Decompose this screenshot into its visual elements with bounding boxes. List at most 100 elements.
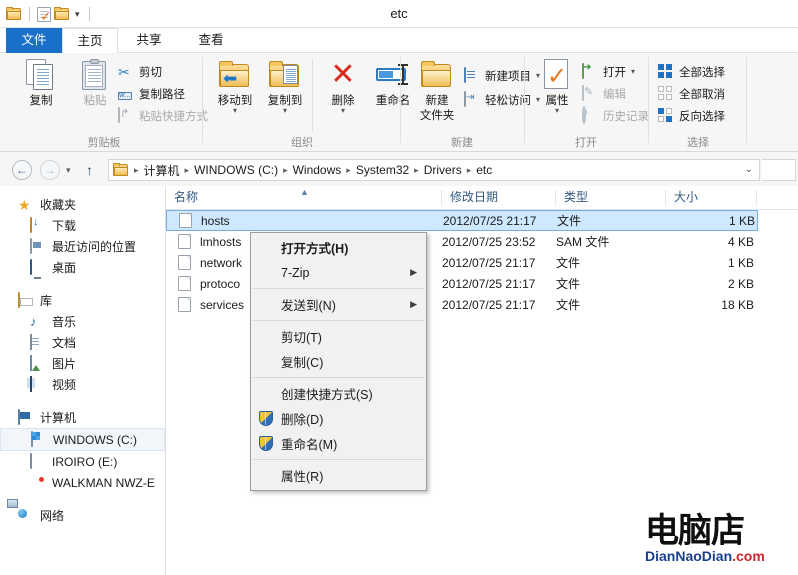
file-explorer-window: etc ✓ ▾ 文件 主页 共享 查看 复制 粘贴 ✂ 剪切 W… 复制路径 ↱… bbox=[0, 0, 798, 575]
copy-icon bbox=[14, 57, 68, 93]
folder-icon[interactable] bbox=[6, 7, 22, 21]
up-button[interactable]: ↑ bbox=[86, 162, 93, 178]
sidebar-item-walkman[interactable]: WALKMAN NWZ-E bbox=[0, 472, 165, 493]
column-header-date[interactable]: 修改日期 bbox=[442, 186, 556, 209]
breadcrumb-separator-4: ▸ bbox=[414, 164, 419, 175]
copy-to-button[interactable]: 复制到 ▾ bbox=[258, 57, 312, 129]
paste-shortcut-button[interactable]: 粘贴快捷方式 bbox=[118, 105, 208, 126]
copy-button[interactable]: 复制 bbox=[14, 57, 68, 129]
edit-button[interactable]: 编辑 bbox=[582, 83, 626, 104]
select-none-button[interactable]: 全部取消 bbox=[658, 83, 725, 104]
select-none-button-label: 全部取消 bbox=[679, 88, 725, 101]
copy-to-caret[interactable]: ▾ bbox=[258, 107, 312, 115]
file-name: lmhosts bbox=[200, 234, 242, 249]
context-menu-item-cut[interactable]: 剪切(T) bbox=[251, 324, 426, 349]
open-caret[interactable]: ▾ bbox=[631, 67, 635, 75]
sidebar-item-pictures[interactable]: 图片 bbox=[0, 353, 165, 374]
open-button[interactable]: 打开 ▾ bbox=[582, 61, 635, 82]
search-input[interactable] bbox=[762, 159, 796, 181]
select-all-button[interactable]: 全部选择 bbox=[658, 61, 725, 82]
context-menu-separator bbox=[253, 320, 424, 321]
customize-quick-access-caret[interactable]: ▾ bbox=[73, 9, 82, 20]
new-folder-icon[interactable] bbox=[54, 7, 70, 21]
window-title: etc bbox=[390, 6, 408, 21]
video-icon bbox=[30, 375, 46, 393]
tab-view[interactable]: 查看 bbox=[180, 28, 242, 53]
sidebar-item-documents-label: 文档 bbox=[52, 336, 77, 350]
properties-caret[interactable]: ▾ bbox=[530, 107, 584, 115]
context-menu-item-send-to[interactable]: 发送到(N) ▶ bbox=[251, 292, 426, 317]
invert-selection-button[interactable]: 反向选择 bbox=[658, 105, 725, 126]
sidebar-item-libraries[interactable]: 库 bbox=[0, 290, 165, 311]
select-all-icon bbox=[658, 63, 674, 80]
cut-button[interactable]: ✂ 剪切 bbox=[118, 61, 162, 82]
delete-caret[interactable]: ▾ bbox=[316, 107, 370, 115]
sidebar-item-documents[interactable]: 文档 bbox=[0, 332, 165, 353]
watermark-domain-tld: .com bbox=[732, 548, 765, 564]
sidebar-item-recent-places[interactable]: 最近访问的位置 bbox=[0, 236, 165, 257]
breadcrumb-computer[interactable]: 计算机 bbox=[142, 162, 182, 179]
breadcrumb-drivers[interactable]: Drivers bbox=[422, 163, 464, 177]
context-menu-item-delete[interactable]: 删除(D) bbox=[251, 406, 426, 431]
sidebar-item-iroiro-e[interactable]: IROIRO (E:) bbox=[0, 451, 165, 472]
sidebar-item-downloads[interactable]: 下载 bbox=[0, 215, 165, 236]
delete-button[interactable]: ✕ 删除 ▾ bbox=[316, 57, 370, 129]
ribbon-divider-1 bbox=[202, 57, 203, 143]
tab-share[interactable]: 共享 bbox=[118, 28, 180, 53]
context-menu-item-create-shortcut[interactable]: 创建快捷方式(S) bbox=[251, 381, 426, 406]
context-menu-item-open-with-label: 打开方式(H) bbox=[281, 242, 349, 256]
recent-locations-button[interactable]: ▾ bbox=[66, 165, 71, 176]
properties-icon[interactable]: ✓ bbox=[37, 6, 52, 23]
breadcrumb-windows-c[interactable]: WINDOWS (C:) bbox=[192, 163, 280, 177]
move-to-button[interactable]: ⬅ 移动到 ▾ bbox=[208, 57, 262, 129]
column-header-type[interactable]: 类型 bbox=[556, 186, 666, 209]
document-icon bbox=[30, 333, 46, 351]
file-size: 1 KB bbox=[727, 255, 754, 270]
context-menu-separator bbox=[253, 459, 424, 460]
back-button[interactable]: ← bbox=[12, 160, 32, 180]
cut-button-label: 剪切 bbox=[139, 66, 162, 79]
address-dropdown-icon[interactable]: ⌄ bbox=[745, 164, 753, 175]
history-button[interactable]: 历史记录 bbox=[582, 105, 649, 126]
network-icon bbox=[18, 508, 34, 524]
table-row[interactable]: hosts 2012/07/25 21:17 文件 1 KB bbox=[166, 210, 758, 231]
column-header-size[interactable]: 大小 bbox=[666, 186, 757, 209]
sidebar-gap-2 bbox=[0, 395, 165, 407]
context-menu-item-copy-label: 复制(C) bbox=[281, 356, 324, 370]
sidebar-item-windows-c[interactable]: WINDOWS (C:) bbox=[0, 428, 165, 451]
submenu-arrow-icon: ▶ bbox=[410, 299, 417, 309]
context-menu-item-open-with[interactable]: 打开方式(H) bbox=[251, 235, 426, 260]
ribbon-group-open: ✓ 属性 ▾ 打开 ▾ 编辑 历史记录 打开 bbox=[526, 53, 649, 152]
sidebar-item-desktop[interactable]: 桌面 bbox=[0, 257, 165, 278]
sidebar-item-computer[interactable]: 计算机 bbox=[0, 407, 165, 428]
new-folder-button-label2: 文件夹 bbox=[419, 110, 455, 122]
copy-path-button-label: 复制路径 bbox=[139, 88, 185, 101]
sidebar-item-desktop-label: 桌面 bbox=[52, 261, 77, 275]
properties-button[interactable]: ✓ 属性 ▾ bbox=[530, 57, 584, 129]
paste-button[interactable]: 粘贴 bbox=[68, 57, 122, 129]
copy-path-button[interactable]: W… 复制路径 bbox=[118, 83, 185, 104]
breadcrumb-system32[interactable]: System32 bbox=[354, 163, 411, 177]
context-menu-item-seven-zip[interactable]: 7-Zip ▶ bbox=[251, 260, 426, 285]
context-menu-separator bbox=[253, 377, 424, 378]
sidebar-item-music[interactable]: ♪ 音乐 bbox=[0, 311, 165, 332]
picture-icon bbox=[30, 354, 46, 372]
sidebar-item-videos[interactable]: 视频 bbox=[0, 374, 165, 395]
address-field[interactable]: ▸ 计算机 ▸ WINDOWS (C:) ▸ Windows ▸ System3… bbox=[108, 159, 760, 181]
breadcrumb-windows[interactable]: Windows bbox=[291, 163, 344, 177]
context-menu-item-copy[interactable]: 复制(C) bbox=[251, 349, 426, 374]
file-size: 2 KB bbox=[727, 276, 754, 291]
tab-file[interactable]: 文件 bbox=[6, 28, 62, 53]
context-menu-item-delete-label: 删除(D) bbox=[281, 413, 324, 427]
new-folder-button[interactable]: 新建 文件夹 bbox=[410, 57, 464, 137]
sidebar-item-favorites[interactable]: ★ 收藏夹 bbox=[0, 194, 165, 215]
sidebar-item-network[interactable]: 网络 bbox=[0, 505, 165, 526]
move-to-caret[interactable]: ▾ bbox=[208, 107, 262, 115]
forward-button[interactable]: → bbox=[40, 160, 60, 180]
paste-shortcut-icon bbox=[118, 106, 134, 124]
tab-home[interactable]: 主页 bbox=[62, 28, 118, 53]
context-menu-item-properties[interactable]: 属性(R) bbox=[251, 463, 426, 488]
context-menu-item-rename[interactable]: 重命名(M) bbox=[251, 431, 426, 456]
breadcrumb-etc[interactable]: etc bbox=[474, 163, 494, 177]
move-to-icon: ⬅ bbox=[208, 57, 262, 93]
